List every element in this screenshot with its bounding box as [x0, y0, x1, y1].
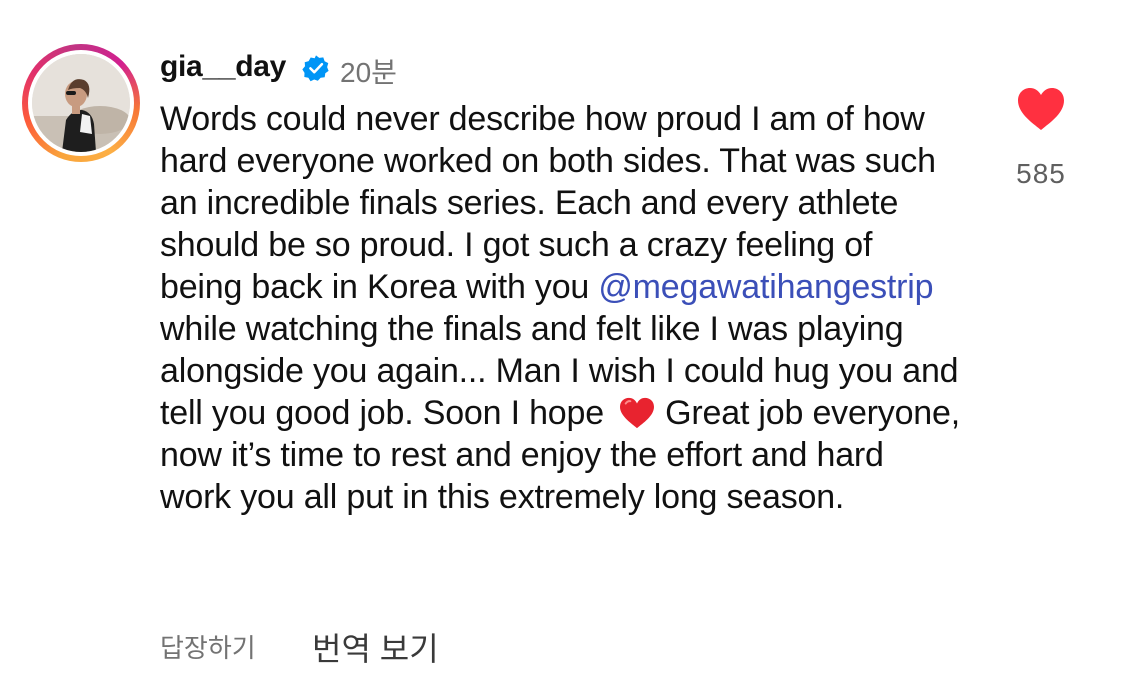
comment-timestamp: 20분 [340, 57, 397, 88]
comment-text: Words could never describe how proud I a… [160, 98, 960, 518]
reply-button[interactable]: 답장하기 [160, 628, 256, 665]
profile-avatar[interactable] [22, 44, 140, 162]
mention-link[interactable]: @megawatihangestrip [598, 268, 933, 306]
like-count: 585 [1016, 158, 1066, 189]
comment-author-username[interactable]: gia__day [160, 50, 286, 84]
avatar-photo [32, 54, 130, 152]
avatar-photo-illustration [32, 54, 130, 152]
verified-badge-icon [302, 55, 329, 82]
like-heart-icon[interactable] [1016, 86, 1066, 132]
see-translation-button[interactable]: 번역 보기 [312, 624, 439, 670]
red-heart-emoji-icon [620, 397, 655, 429]
